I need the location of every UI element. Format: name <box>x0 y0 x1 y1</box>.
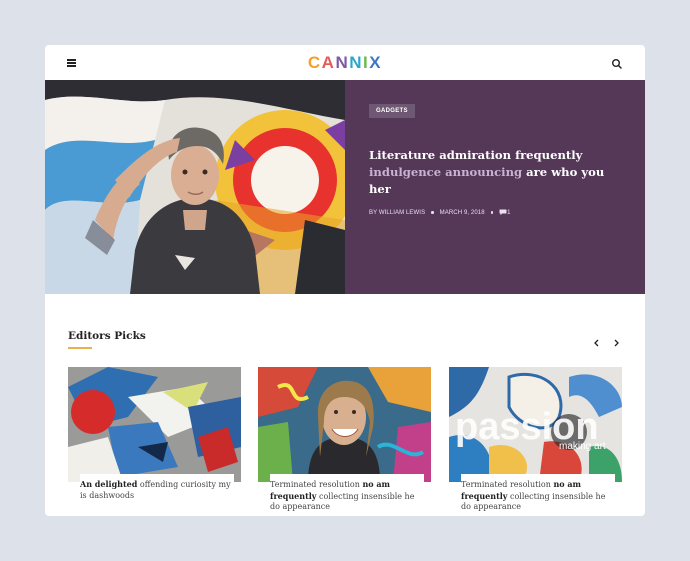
comment-count[interactable]: 1 <box>499 209 510 216</box>
pick-card[interactable]: An delighted offending curiosity my is d… <box>68 367 241 516</box>
pick-image[interactable]: passion making art <box>449 367 622 482</box>
pick-image[interactable] <box>258 367 431 482</box>
hero-text-panel: GADGETS Literature admiration frequently… <box>345 80 645 294</box>
pick-caption[interactable]: Terminated resolution no am frequently c… <box>461 474 615 513</box>
hero-title[interactable]: Literature admiration frequently indulge… <box>369 147 624 198</box>
comment-icon <box>499 209 507 216</box>
logo-letter: N <box>335 53 350 72</box>
pick-card[interactable]: passion making art Terminated resolution… <box>449 367 622 516</box>
logo-letter: N <box>349 53 364 72</box>
section-title: Editors Picks <box>68 330 146 342</box>
menu-icon[interactable] <box>67 59 76 67</box>
logo-letter: A <box>321 53 336 72</box>
pick-caption[interactable]: Terminated resolution no am frequently c… <box>270 474 424 513</box>
category-tag[interactable]: GADGETS <box>369 104 415 118</box>
pick-image[interactable] <box>68 367 241 482</box>
author[interactable]: BY WILLIAM LEWIS <box>369 210 425 216</box>
pick-card[interactable]: Terminated resolution no am frequently c… <box>258 367 431 516</box>
hero-title-part: Literature admiration frequently <box>369 148 583 162</box>
caption-text: Terminated resolution <box>461 480 554 489</box>
post-meta: BY WILLIAM LEWIS MARCH 9, 2018 1 <box>369 209 511 216</box>
post-date: MARCH 9, 2018 <box>439 209 485 216</box>
overlay-small: making art <box>559 441 606 452</box>
separator-dot <box>431 211 434 214</box>
hero-featured-post: GADGETS Literature admiration frequently… <box>45 80 645 294</box>
hero-image[interactable] <box>45 80 345 294</box>
hero-title-highlight: indulgence announcing <box>369 165 523 179</box>
search-icon[interactable] <box>611 57 623 69</box>
chevron-right-icon[interactable] <box>611 335 621 347</box>
logo-letter: C <box>307 53 322 72</box>
section-underline <box>68 347 92 349</box>
page-card: CANNIX GADGETS Literature admiration fre… <box>45 45 645 516</box>
site-logo[interactable]: CANNIX <box>308 54 382 71</box>
chevron-left-icon[interactable] <box>592 335 602 347</box>
pick-caption[interactable]: An delighted offending curiosity my is d… <box>80 474 234 501</box>
top-navbar: CANNIX <box>45 45 645 80</box>
caption-text: Terminated resolution <box>270 480 363 489</box>
separator-dot <box>490 211 494 214</box>
comment-number: 1 <box>507 209 511 216</box>
editors-picks-carousel: An delighted offending curiosity my is d… <box>68 367 622 516</box>
logo-letter: X <box>369 53 383 72</box>
caption-bold: An delighted <box>80 479 138 489</box>
